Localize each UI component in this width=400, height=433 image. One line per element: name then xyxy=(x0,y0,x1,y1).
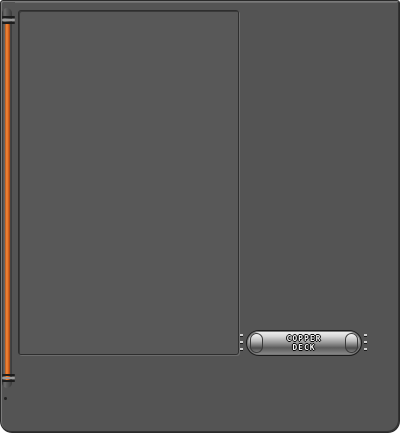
rivet-left-bottom xyxy=(240,348,243,350)
pipe-clamp-bottom-2 xyxy=(2,380,15,382)
logo-line-1: COPPER xyxy=(286,334,322,343)
pipe-clamp-top xyxy=(2,16,15,18)
logo-cap-left xyxy=(250,333,263,353)
rivet-right-bottom xyxy=(364,348,367,350)
app-window: COPPER DECK xyxy=(0,0,400,433)
copper-deck-logo: COPPER DECK xyxy=(246,330,362,356)
pipe-clamp-bottom xyxy=(2,374,15,376)
rivet-left-mid xyxy=(240,341,243,343)
logo-text: COPPER DECK xyxy=(267,334,341,352)
copper-pipe-core xyxy=(5,23,10,381)
content-panel xyxy=(18,10,239,355)
pipe-clamp-bottom-mid xyxy=(2,377,15,379)
top-edge-highlight xyxy=(15,2,397,3)
pipe-clamp-top-2 xyxy=(2,22,15,24)
rivet-right-mid xyxy=(364,341,367,343)
corner-dot xyxy=(4,397,7,400)
copper-pipe-decoration xyxy=(2,8,15,388)
pipe-clamp-top-mid xyxy=(2,19,15,21)
logo-cap-right xyxy=(345,333,358,353)
rivet-left-top xyxy=(240,334,243,336)
rivet-right-top xyxy=(364,334,367,336)
logo-line-2: DECK xyxy=(292,343,316,352)
